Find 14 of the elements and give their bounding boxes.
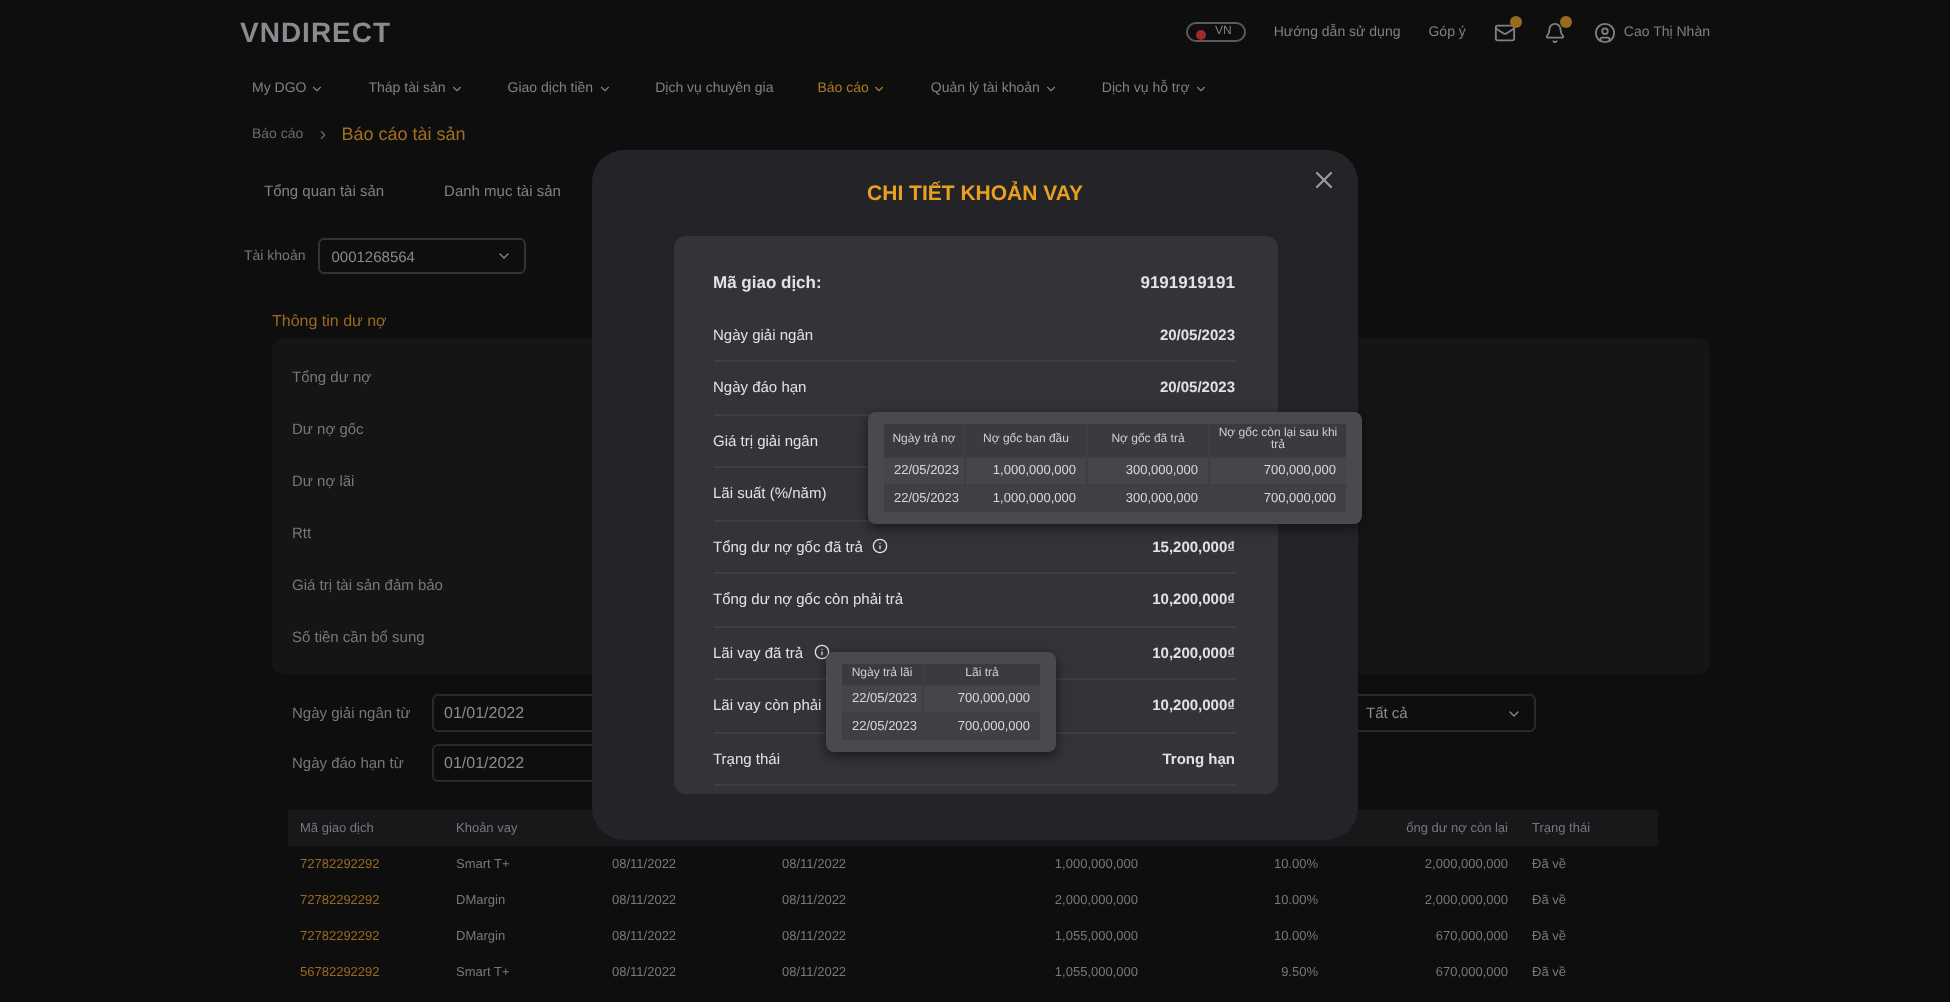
chevron-icon <box>315 127 330 141</box>
info-icon[interactable] <box>872 538 889 555</box>
close-button[interactable] <box>1310 166 1338 194</box>
dialog-title: CHI TIẾT KHOẢN VAY <box>867 182 1083 206</box>
section-title: Thông tin dư nợ <box>270 310 387 334</box>
detail-value: 9191919191 <box>1140 272 1235 293</box>
info-icon[interactable] <box>813 644 830 661</box>
detail-label: Mã giao dịch: <box>713 272 822 293</box>
chevron-down-icon <box>495 248 512 264</box>
bell-icon[interactable] <box>1543 21 1566 43</box>
user-icon[interactable] <box>1593 21 1616 43</box>
mail-icon[interactable] <box>1493 21 1516 43</box>
page-title: Báo cáo tài sản <box>341 124 466 144</box>
logo[interactable]: VNDIRECT <box>240 16 392 48</box>
